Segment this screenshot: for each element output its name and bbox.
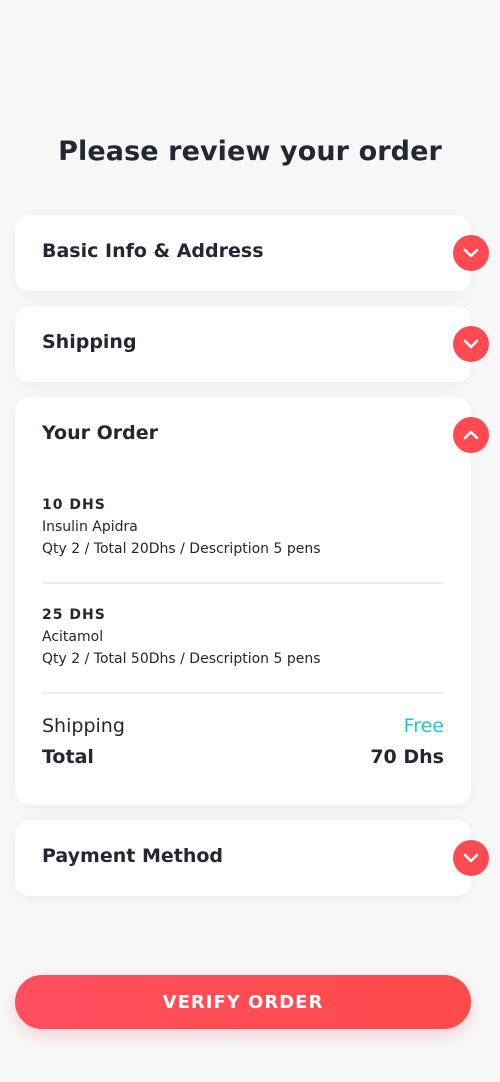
total-value: 70 Dhs: [370, 746, 444, 768]
total-row: Total 70 Dhs: [42, 746, 444, 768]
shipping-label: Shipping: [42, 715, 125, 737]
your-order-title: Your Order: [42, 422, 158, 444]
basic-info-header[interactable]: Basic Info & Address: [15, 215, 489, 291]
item-price: 10 DHS: [42, 497, 106, 513]
item-name: Acitamol: [42, 629, 104, 645]
shipping-header[interactable]: Shipping: [15, 306, 489, 382]
payment-method-title: Payment Method: [42, 845, 224, 867]
item-divider: [42, 692, 444, 694]
shipping-value: Free: [403, 715, 444, 737]
order-item: 10 DHS Insulin Apidra Qty 2 / Total 20Dh…: [42, 497, 444, 557]
payment-method-card: Payment Method: [15, 820, 489, 896]
chevron-down-icon[interactable]: [453, 326, 489, 362]
page-title: Please review your order: [58, 136, 442, 167]
payment-method-header[interactable]: Payment Method: [15, 820, 489, 896]
item-name: Insulin Apidra: [42, 519, 138, 535]
your-order-header[interactable]: Your Order: [15, 397, 489, 473]
shipping-title: Shipping: [42, 331, 137, 353]
basic-info-title: Basic Info & Address: [42, 240, 264, 262]
item-detail: Qty 2 / Total 50Dhs / Description 5 pens: [42, 651, 321, 667]
item-divider: [42, 582, 444, 584]
chevron-down-icon[interactable]: [453, 235, 489, 271]
chevron-up-icon[interactable]: [453, 417, 489, 453]
verify-order-button[interactable]: VERIFY ORDER: [15, 975, 471, 1029]
chevron-down-icon[interactable]: [453, 840, 489, 876]
your-order-card: Your Order 10 DHS Insulin Apidra Qty 2 /…: [15, 397, 489, 805]
item-detail: Qty 2 / Total 20Dhs / Description 5 pens: [42, 541, 321, 557]
item-price: 25 DHS: [42, 607, 106, 623]
basic-info-card: Basic Info & Address: [15, 215, 489, 291]
order-item: 25 DHS Acitamol Qty 2 / Total 50Dhs / De…: [42, 607, 444, 667]
shipping-summary-row: Shipping Free: [42, 715, 444, 737]
total-label: Total: [42, 746, 94, 768]
shipping-card: Shipping: [15, 306, 489, 382]
